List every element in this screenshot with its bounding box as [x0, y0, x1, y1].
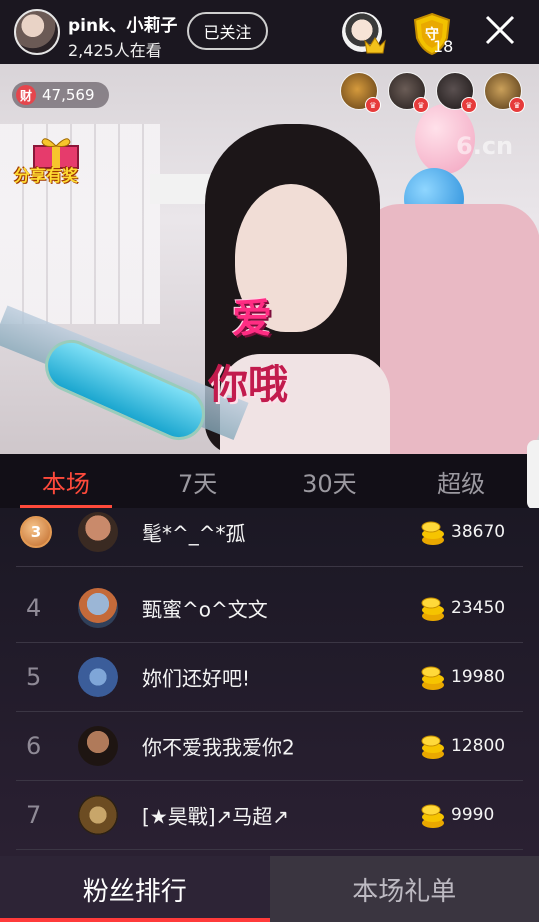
overlay-text-love: 爱 [232, 296, 272, 342]
fan-name: 甄蜜^o^文文 [142, 597, 268, 622]
wealth-value: 47,569 [42, 86, 95, 104]
rank-number: 7 [26, 801, 42, 829]
coin-stack-icon [421, 735, 444, 759]
avatar[interactable] [78, 512, 118, 552]
share-reward-label[interactable]: 分享有奖 [14, 162, 78, 186]
live-video[interactable]: 爱 你哦 [0, 64, 539, 454]
coin-stack-icon [421, 521, 444, 545]
viewer-avatar[interactable]: ♛ [340, 72, 381, 113]
tab-30-days[interactable]: 30天 [264, 454, 396, 508]
avatar[interactable] [78, 795, 118, 835]
fan-score: 9990 [451, 805, 495, 825]
viewer-avatar-list: ♛ ♛ ♛ ♛ [340, 72, 525, 113]
viewer-avatar[interactable]: ♛ [436, 72, 477, 113]
rank-number: 4 [26, 594, 42, 622]
tab-fan-ranking[interactable]: 粉丝排行 [0, 856, 270, 922]
coin-stack-icon [421, 804, 444, 828]
fan-name: 妳们还好吧! [142, 666, 251, 691]
follow-button[interactable]: 已关注 [187, 12, 268, 50]
fan-score: 19980 [451, 667, 506, 687]
bronze-medal-icon: 3 [20, 516, 52, 548]
fan-name: [★昊戰]↗马超↗ [142, 804, 290, 829]
fan-score: 38670 [451, 522, 506, 542]
avatar[interactable] [78, 588, 118, 628]
close-icon[interactable] [484, 14, 516, 46]
coin-stack-icon [421, 597, 444, 621]
avatar[interactable] [78, 726, 118, 766]
rank-number: 5 [26, 663, 42, 691]
viewer-avatar[interactable]: ♛ [484, 72, 525, 113]
vip-badge-icon: ♛ [365, 97, 381, 113]
viewer-count: 2,425人在看 [68, 41, 162, 60]
rank-number: 6 [26, 732, 42, 760]
tab-7-days[interactable]: 7天 [132, 454, 264, 508]
host-name: pink、小莉子 [68, 16, 178, 36]
table-row[interactable]: 7 [★昊戰]↗马超↗ 9990 [16, 781, 523, 850]
microphone [36, 331, 214, 449]
tab-gift-list[interactable]: 本场礼单 [269, 856, 539, 922]
drawer-handle[interactable] [527, 440, 539, 510]
bottom-tabs: 粉丝排行 本场礼单 [0, 856, 539, 922]
tab-super[interactable]: 超级 [395, 454, 527, 508]
fan-ranking-list[interactable]: 3 髦*^_^*孤 38670 4 甄蜜^o^文文 23450 5 妳们还好吧!… [0, 508, 539, 856]
tab-this-show[interactable]: 本场 [0, 454, 132, 508]
overlay-text-you: 你哦 [208, 362, 288, 408]
top-bar: pink、小莉子 2,425人在看 已关注 守 18 [0, 0, 539, 64]
watermark: 6.cn [456, 132, 514, 160]
table-row[interactable]: 6 你不爱我我爱你2 12800 [16, 712, 523, 781]
table-row[interactable]: 3 髦*^_^*孤 38670 [16, 508, 523, 567]
coin-stack-icon [421, 666, 444, 690]
wealth-badge[interactable]: 财 47,569 [12, 82, 109, 108]
crown-icon [364, 37, 386, 54]
fan-score: 23450 [451, 598, 506, 618]
avatar[interactable] [78, 657, 118, 697]
fan-name: 你不爱我我爱你2 [142, 735, 295, 760]
vip-badge-icon: ♛ [413, 97, 429, 113]
table-row[interactable]: 4 甄蜜^o^文文 23450 [16, 574, 523, 643]
fan-name: 髦*^_^*孤 [142, 521, 246, 546]
wealth-icon: 财 [16, 85, 36, 105]
guard-count: 18 [433, 37, 454, 56]
vip-badge-icon: ♛ [509, 97, 525, 113]
host-avatar[interactable] [14, 9, 60, 55]
ranking-period-tabs: 本场 7天 30天 超级 [0, 454, 527, 508]
viewer-avatar[interactable]: ♛ [388, 72, 429, 113]
vip-badge-icon: ♛ [461, 97, 477, 113]
fan-score: 12800 [451, 736, 506, 756]
table-row[interactable]: 5 妳们还好吧! 19980 [16, 643, 523, 712]
